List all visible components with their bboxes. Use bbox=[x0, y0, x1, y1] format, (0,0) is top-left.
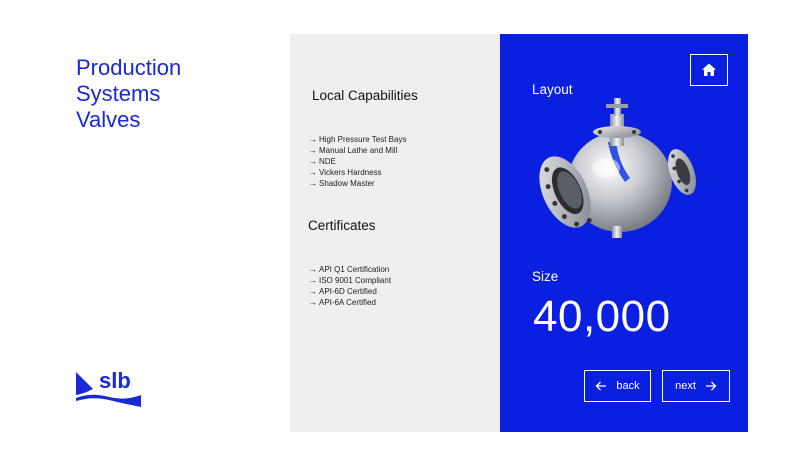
back-button-label: back bbox=[616, 380, 640, 392]
home-icon bbox=[702, 63, 716, 76]
list-arrow-icon: → bbox=[309, 135, 317, 144]
list-item: → NDE bbox=[309, 157, 336, 166]
detail-panel: Layout Size 40,000 back next bbox=[500, 34, 748, 432]
list-item: → API-6A Certified bbox=[309, 298, 376, 307]
home-button[interactable] bbox=[690, 54, 728, 86]
slb-logo: slb bbox=[75, 368, 145, 409]
arrow-left-icon bbox=[595, 381, 607, 391]
capabilities-panel: Local Capabilities → High Pressure Test B… bbox=[290, 34, 500, 432]
size-value: 40,000 bbox=[533, 292, 671, 341]
list-arrow-icon: → bbox=[309, 287, 317, 296]
brand-title-line-1: Production bbox=[76, 55, 182, 80]
brand-title-line-2: Systems bbox=[76, 81, 161, 106]
arrow-right-icon bbox=[705, 381, 717, 391]
slb-logo-mark: slb bbox=[76, 368, 141, 407]
brand-title: Production Systems Valves bbox=[76, 55, 181, 133]
next-button[interactable]: next bbox=[662, 370, 730, 402]
list-item: → ISO 9001 Compliant bbox=[309, 276, 392, 285]
list-arrow-icon: → bbox=[309, 265, 317, 274]
list-arrow-icon: → bbox=[309, 298, 317, 307]
list-item: → API Q1 Certification bbox=[309, 265, 390, 274]
list-arrow-icon: → bbox=[309, 168, 317, 177]
capabilities-list: → High Pressure Test Bays → Manual Lathe a… bbox=[309, 134, 406, 189]
logo-wordmark: slb bbox=[99, 369, 131, 393]
list-item: → API-6D Certified bbox=[309, 287, 377, 296]
next-button-label: next bbox=[675, 380, 696, 392]
list-item: → High Pressure Test Bays bbox=[309, 135, 407, 144]
certificates-heading: Certificates bbox=[308, 218, 376, 233]
brand-title-line-3: Valves bbox=[76, 107, 141, 132]
list-arrow-icon: → bbox=[309, 157, 317, 166]
list-arrow-icon: → bbox=[309, 179, 317, 188]
list-item: → Shadow Master bbox=[309, 179, 375, 188]
list-item: → Manual Lathe and Mill bbox=[309, 146, 398, 155]
list-arrow-icon: → bbox=[309, 146, 317, 155]
certificates-list: → API Q1 Certification → ISO 9001 Complian… bbox=[309, 264, 391, 308]
list-item: → Vickers Hardness bbox=[309, 168, 382, 177]
capabilities-heading: Local Capabilities bbox=[312, 88, 418, 103]
ball-valve-image bbox=[539, 98, 696, 238]
list-arrow-icon: → bbox=[309, 276, 317, 285]
size-label: Size bbox=[532, 269, 559, 284]
back-button[interactable]: back bbox=[584, 370, 651, 402]
